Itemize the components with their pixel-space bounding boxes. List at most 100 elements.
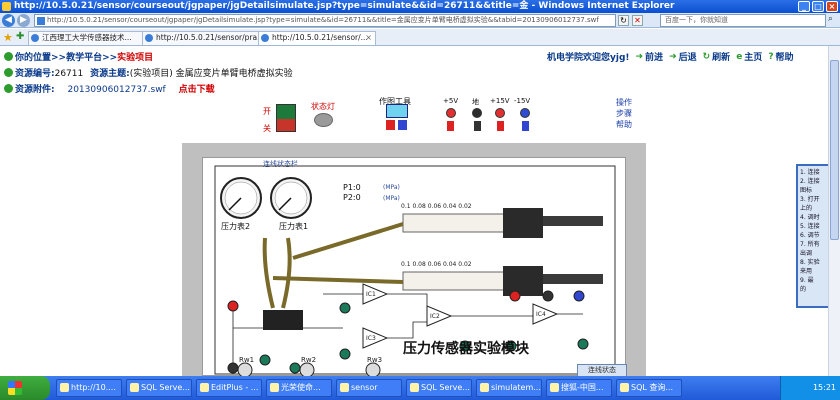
power-switch[interactable]	[276, 104, 296, 132]
page-icon	[37, 17, 45, 25]
welcome-text: 机电学院欢迎您yjg!	[547, 53, 630, 63]
tab-2[interactable]: http://10.5.0.21/sensor/pra...	[142, 31, 262, 45]
sql-icon	[620, 383, 629, 392]
ic3-label: IC3	[366, 335, 376, 342]
breadcrumb: 你的位置>>教学平台>>实验项目	[4, 50, 153, 63]
gnd-plug[interactable]	[474, 121, 481, 131]
tab-close-icon[interactable]: ×	[365, 32, 372, 44]
ops-link-3[interactable]: 帮助	[616, 119, 632, 130]
windows-flag-icon	[8, 381, 22, 395]
gnd-terminal[interactable]	[472, 108, 482, 118]
arrow-right-icon: ➜	[635, 51, 644, 62]
rw1-label: Rw1	[239, 356, 255, 364]
clock: 15:21	[812, 383, 836, 392]
add-favorite-icon[interactable]: ✚	[16, 31, 24, 42]
syringe-2-screw	[503, 266, 543, 296]
taskbar-item-7[interactable]: simulatem...	[476, 379, 542, 397]
favorites-star-icon[interactable]: ★	[3, 31, 13, 44]
instructions-side-panel[interactable]: 1. 连接 2. 连接 图标 3. 打开 上的 4. 调时 5. 连接 6. 调…	[796, 164, 828, 308]
drawing-tools[interactable]	[384, 104, 410, 130]
attachment-file[interactable]: 20130906012737.swf	[67, 85, 165, 95]
top-links: 机电学院欢迎您yjg! ➜ 前进 ➜ 后退 ↻ 刷新 e 主页 ? 帮助	[547, 50, 794, 64]
ops-link-1[interactable]: 操作	[616, 97, 632, 108]
forward-link[interactable]: ➜ 前进	[635, 50, 664, 64]
forward-button[interactable]: ▶	[17, 14, 30, 27]
arrow-left-icon: ➜	[669, 51, 677, 62]
taskbar-item-6[interactable]: SQL Serve...	[406, 379, 472, 397]
home-icon: e	[736, 51, 743, 62]
resource-attachment-row: 资源附件: 20130906012737.swf 点击下载	[4, 82, 215, 95]
ic1-label: IC1	[366, 291, 376, 298]
leaf-icon	[4, 68, 13, 77]
plus15v-terminal[interactable]	[495, 108, 505, 118]
rw3-label: Rw3	[367, 356, 383, 364]
simulation-area[interactable]: 连线状态栏 压力表2 压力表1 P1:0 P2:0 (MPa) (MPa) 0.…	[182, 143, 646, 376]
module-title: 压力传感器实验模块	[403, 341, 529, 357]
search-input[interactable]: 百度一下，你就知道	[660, 14, 826, 27]
back-link[interactable]: ➜ 后退	[669, 50, 697, 64]
tab-bar: ★ ✚ 江西理工大学传感器技术... http://10.5.0.21/sens…	[0, 29, 840, 46]
p1-unit: (MPa)	[383, 184, 400, 191]
maximize-button[interactable]: □	[812, 1, 824, 12]
simulation-panel: 连线状态栏 压力表2 压力表1 P1:0 P2:0 (MPa) (MPa) 0.…	[202, 157, 627, 376]
minus15v-label: -15V	[514, 97, 531, 105]
operation-help-links: 操作 步骤 帮助	[616, 97, 632, 130]
start-button[interactable]	[0, 376, 50, 400]
refresh-icon: ↻	[702, 51, 711, 62]
taskbar-item-9[interactable]: SQL 查询...	[616, 379, 682, 397]
plus5v-terminal[interactable]	[446, 108, 456, 118]
browser-icon	[550, 383, 559, 392]
minimize-button[interactable]: _	[798, 1, 810, 12]
taskbar-item-1[interactable]: http://10....	[56, 379, 122, 397]
resource-info-row: 资源编号:26711 资源主题:(实验项目) 金属应变片单臂电桥虚拟实验	[4, 66, 293, 79]
status-lamp	[314, 113, 333, 127]
plus15v-plug[interactable]	[497, 121, 504, 131]
tab-3-active[interactable]: http://10.5.0.21/sensor/... ×	[258, 31, 376, 45]
syringe-2-scale: 0.1 0.08 0.06 0.04 0.02	[401, 261, 472, 268]
ie-icon	[2, 2, 11, 11]
p1-label: P1:0	[343, 183, 361, 192]
url-input[interactable]: http://10.5.0.21/sensor/courseout/jgpape…	[34, 14, 616, 27]
tab-1[interactable]: 江西理工大学传感器技术...	[28, 31, 150, 45]
syringe-1-body	[402, 213, 514, 233]
game-icon	[270, 383, 279, 392]
ic2-label: IC2	[430, 313, 440, 320]
taskbar-item-2[interactable]: SQL Serve...	[126, 379, 192, 397]
address-toolbar: ◀ ▶ http://10.5.0.21/sensor/courseout/jg…	[0, 13, 840, 28]
taskbar-item-8[interactable]: 搜狐-中国...	[546, 379, 612, 397]
ops-link-2[interactable]: 步骤	[616, 108, 632, 119]
pressure-sensor	[263, 310, 303, 330]
window-title: http://10.5.0.21/sensor/courseout/jgpape…	[14, 1, 675, 11]
help-link[interactable]: ? 帮助	[768, 50, 793, 64]
taskbar-item-3[interactable]: EditPlus - ...	[196, 379, 262, 397]
taskbar-item-5[interactable]: sensor	[336, 379, 402, 397]
back-button[interactable]: ◀	[2, 14, 15, 27]
minus15v-plug[interactable]	[522, 121, 529, 131]
stop-button[interactable]: ✕	[632, 15, 643, 26]
connection-status-button[interactable]: 连线状态	[577, 364, 627, 376]
page-content: 你的位置>>教学平台>>实验项目 机电学院欢迎您yjg! ➜ 前进 ➜ 后退 ↻ 刷新…	[0, 46, 828, 376]
minus15v-terminal[interactable]	[520, 108, 530, 118]
ie-icon	[60, 383, 69, 392]
plus5v-plug[interactable]	[447, 121, 454, 131]
vertical-scrollbar[interactable]	[828, 46, 840, 376]
gnd-label: 地	[472, 98, 479, 106]
taskbar-item-4[interactable]: 光荣使命...	[266, 379, 332, 397]
refresh-link[interactable]: ↻ 刷新	[702, 50, 731, 64]
editplus-icon	[200, 383, 209, 392]
taskbar: http://10.... SQL Serve... EditPlus - ..…	[0, 376, 840, 400]
window-title-bar: http://10.5.0.21/sensor/courseout/jgpape…	[0, 0, 840, 13]
plus15v-label: +15V	[490, 97, 510, 105]
switch-off-label: 关	[263, 124, 271, 133]
download-link[interactable]: 点击下载	[179, 85, 215, 95]
close-button[interactable]: ×	[826, 1, 838, 12]
gauge-2-label: 压力表2	[221, 222, 251, 231]
plus5v-label: +5V	[443, 97, 459, 105]
home-link[interactable]: e 主页	[736, 50, 762, 64]
status-lamp-label: 状态灯	[311, 102, 335, 111]
search-icon[interactable]: ⌕	[828, 14, 839, 26]
refresh-button[interactable]: ↻	[618, 15, 629, 26]
tab-page-icon	[261, 34, 269, 42]
p2-unit: (MPa)	[383, 195, 400, 202]
leaf-icon	[4, 52, 13, 61]
